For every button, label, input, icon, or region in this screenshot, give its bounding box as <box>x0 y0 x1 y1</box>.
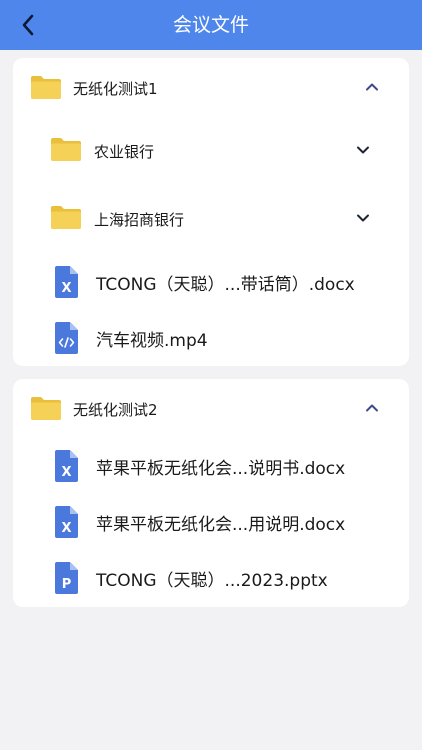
file-name: 苹果平板无纸化会...说明书.docx <box>96 459 346 479</box>
file-row[interactable]: P TCONG（天聪）...2023.pptx <box>13 552 409 604</box>
word-file-icon: X <box>55 450 78 482</box>
page-title: 会议文件 <box>172 14 249 36</box>
file-name: 苹果平板无纸化会...用说明.docx <box>96 515 346 535</box>
folder-icon <box>51 206 81 229</box>
folder-card-2: 无纸化测试2 X 苹果平板无纸化会...说明书.docx X 苹果平板无纸化会.… <box>13 379 409 607</box>
file-name: TCONG（天聪）...2023.pptx <box>96 571 328 591</box>
group-header-1[interactable]: 无纸化测试1 <box>13 58 409 116</box>
word-file-icon: X <box>55 506 78 538</box>
folder-card-1: 无纸化测试1 农业银行 上海招商银行 X TCONG（天聪）...带话筒）.do… <box>13 58 409 366</box>
group-header-2[interactable]: 无纸化测试2 <box>13 379 409 437</box>
file-row[interactable]: 汽车视频.mp4 <box>13 312 409 364</box>
file-name: 汽车视频.mp4 <box>96 331 208 351</box>
file-row[interactable]: X 苹果平板无纸化会...说明书.docx <box>13 440 409 492</box>
group-name: 无纸化测试2 <box>73 401 158 419</box>
folder-icon <box>31 397 61 420</box>
powerpoint-file-icon: P <box>55 562 78 594</box>
word-file-icon: X <box>55 266 78 298</box>
folder-icon <box>31 76 61 99</box>
chevron-up-icon[interactable] <box>364 79 380 95</box>
file-name: TCONG（天聪）...带话筒）.docx <box>96 275 355 295</box>
group-name: 无纸化测试1 <box>73 80 158 98</box>
chevron-up-icon[interactable] <box>364 400 380 416</box>
folder-icon <box>51 138 81 161</box>
subfolder-row-1[interactable]: 农业银行 <box>13 120 409 180</box>
subfolder-row-2[interactable]: 上海招商银行 <box>13 188 409 248</box>
top-bar: 会议文件 <box>0 0 422 50</box>
subfolder-name: 农业银行 <box>94 143 155 161</box>
chevron-down-icon[interactable] <box>355 210 371 226</box>
subfolder-name: 上海招商银行 <box>94 211 185 229</box>
svg-text:X: X <box>61 465 71 480</box>
file-row[interactable]: X TCONG（天聪）...带话筒）.docx <box>13 256 409 308</box>
svg-text:P: P <box>62 577 72 592</box>
svg-text:X: X <box>61 521 71 536</box>
svg-text:X: X <box>61 281 71 296</box>
file-row[interactable]: X 苹果平板无纸化会...用说明.docx <box>13 496 409 548</box>
code-file-icon <box>55 322 78 354</box>
chevron-down-icon[interactable] <box>355 142 371 158</box>
